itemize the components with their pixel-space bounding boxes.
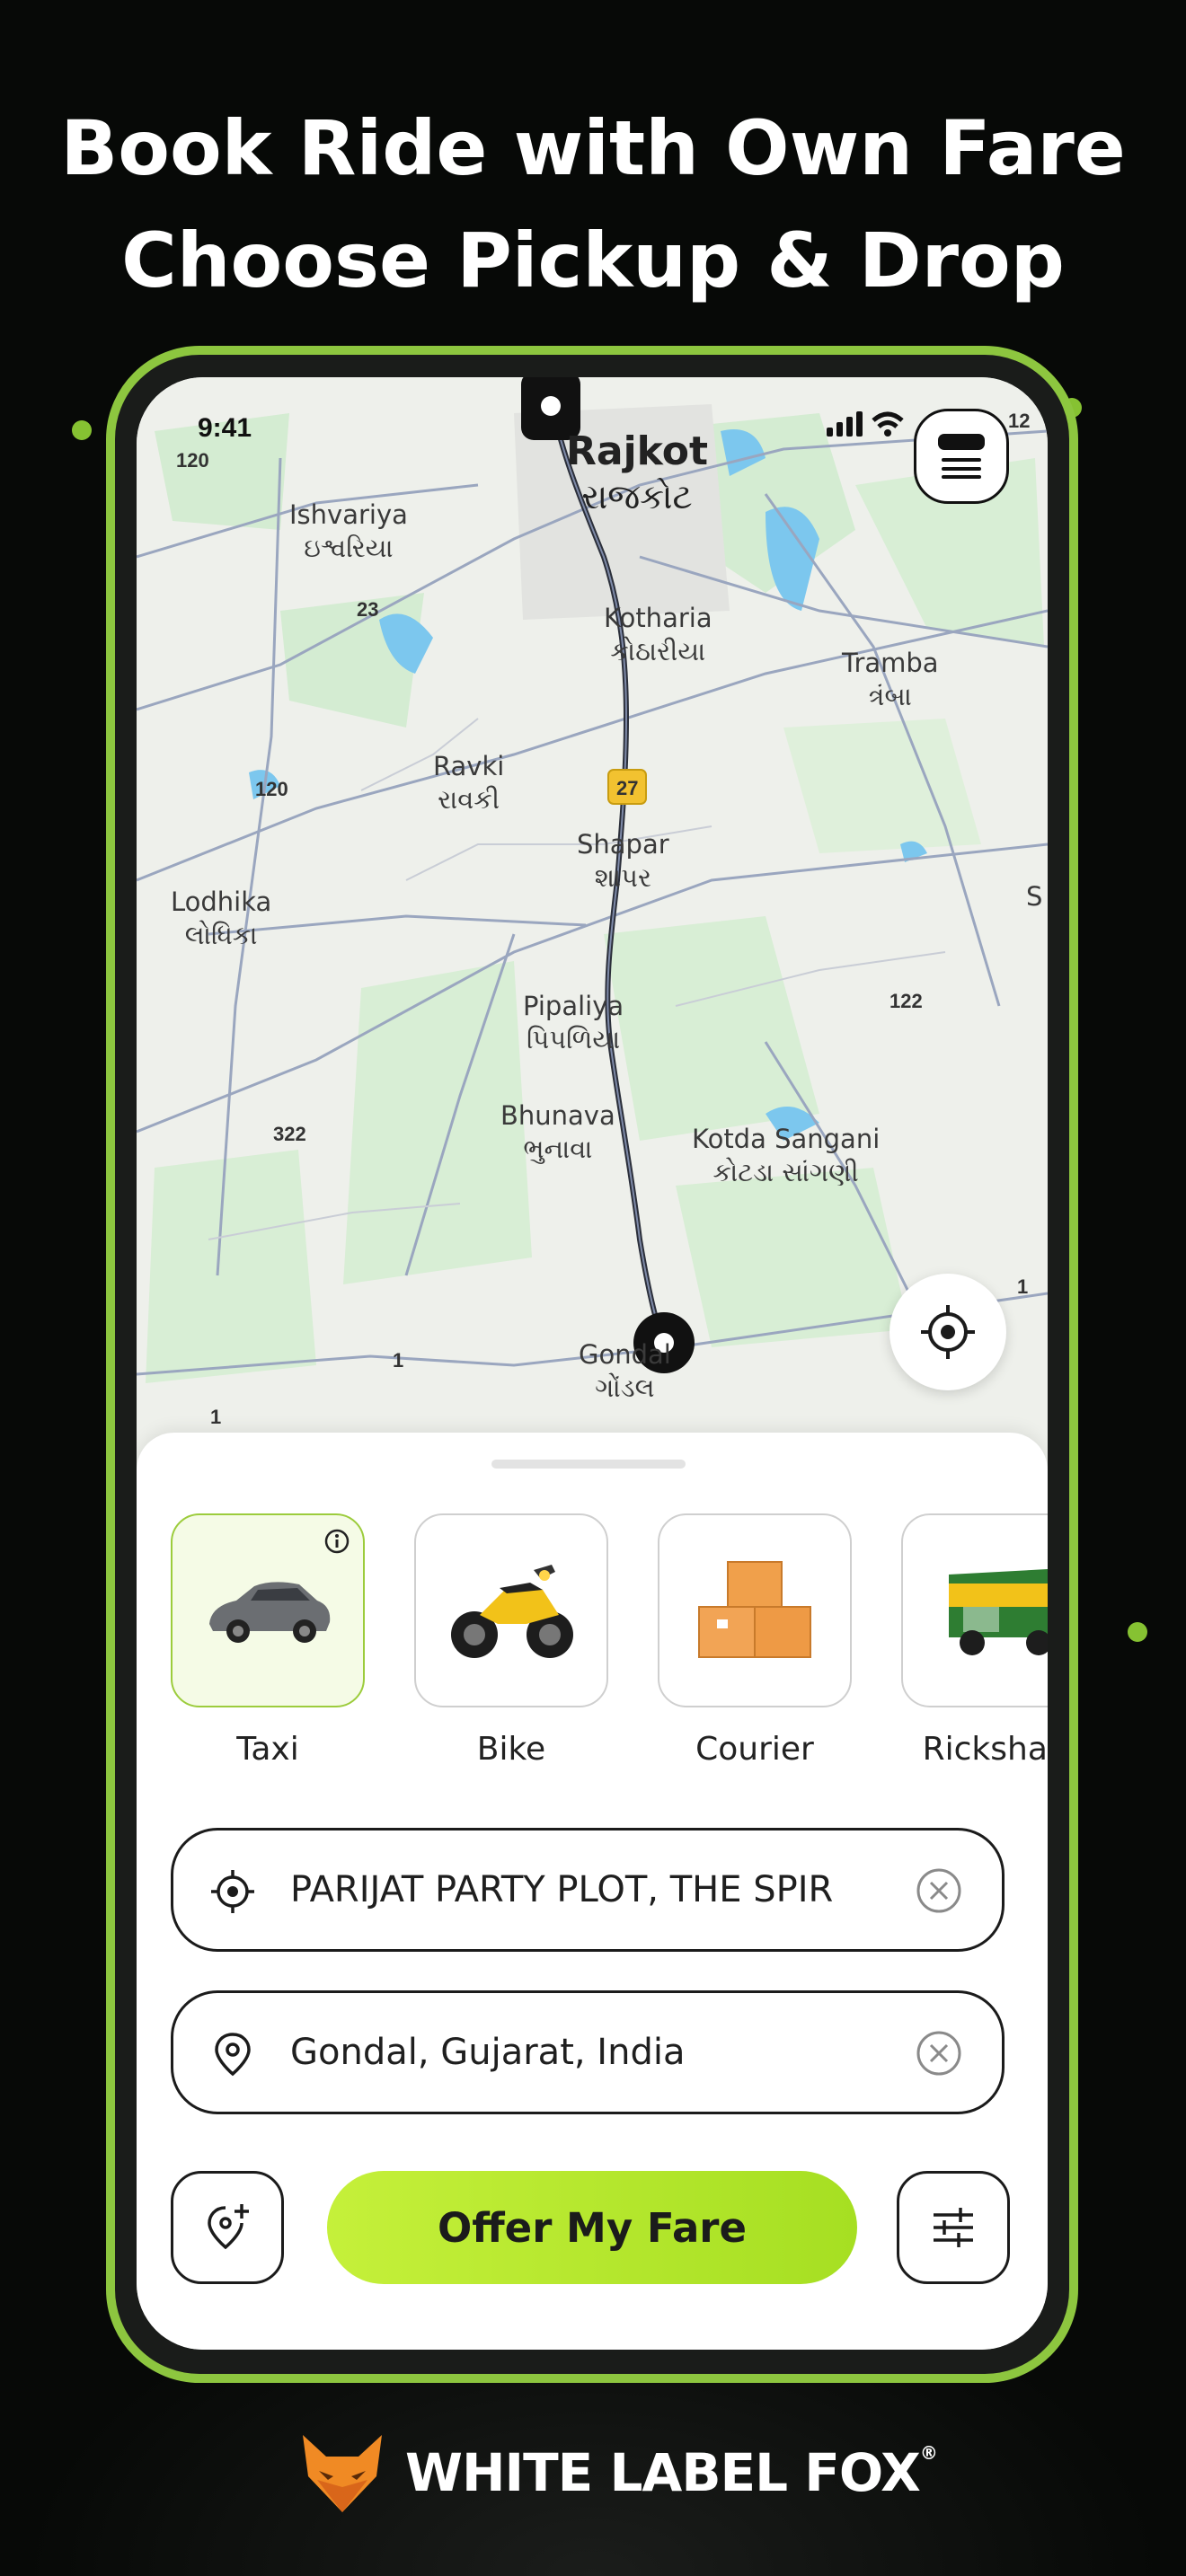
vehicle-label: Courier	[695, 1731, 814, 1768]
sheet-handle[interactable]	[491, 1460, 686, 1469]
add-stop-button[interactable]	[171, 2171, 284, 2284]
map-label-shapar: Shapar શાપર	[577, 829, 669, 893]
menu-button[interactable]	[914, 409, 1009, 504]
clear-icon[interactable]	[916, 1867, 962, 1914]
info-icon[interactable]	[323, 1528, 350, 1555]
vehicle-card[interactable]	[658, 1513, 852, 1707]
map-label-ishvariya: Ishvariya ઇશ્વરિયા	[289, 499, 408, 563]
brand-name: WHITE LABEL FOX®	[405, 2442, 938, 2503]
headline-line-2: Choose Pickup & Drop	[121, 216, 1065, 304]
crosshair-icon	[921, 1305, 975, 1359]
booking-sheet: Taxi Bike Courier Ricksha PARIJAT PARTY …	[137, 1433, 1048, 2350]
map-label-ravki: Ravki રાવકી	[433, 751, 505, 815]
signal-wifi-icon	[827, 411, 904, 437]
shield-1: 1	[393, 1349, 404, 1372]
shield-1-b: 1	[210, 1406, 222, 1428]
vehicle-label: Taxi	[236, 1731, 299, 1768]
menu-icon	[938, 434, 985, 479]
shield-322: 322	[273, 1123, 306, 1145]
drop-field[interactable]: Gondal, Gujarat, India	[171, 1990, 1005, 2114]
shield-120: 120	[176, 449, 209, 472]
map-label-edge: S	[1026, 881, 1043, 912]
vehicle-label: Rickshaw	[922, 1731, 1048, 1768]
shield-120-b: 120	[255, 778, 288, 800]
shield-122: 122	[890, 990, 923, 1012]
filter-button[interactable]	[897, 2171, 1010, 2284]
fox-logo-icon	[303, 2435, 382, 2512]
sliders-icon	[934, 2208, 973, 2247]
crosshair-icon	[211, 1870, 254, 1913]
car-icon	[209, 1582, 331, 1643]
clear-icon[interactable]	[916, 2030, 962, 2077]
vehicle-card[interactable]	[901, 1513, 1048, 1707]
shield-23: 23	[357, 598, 379, 621]
shield-27: 27	[616, 777, 639, 799]
vehicle-card[interactable]	[414, 1513, 608, 1707]
map-view[interactable]: 9:41 Rajkot રાજકોટ Ishvariya ઇશ્વરિયા Ko…	[137, 377, 1048, 1455]
vehicle-card[interactable]	[171, 1513, 365, 1707]
headline-line-1: Book Ride with Own Fare	[60, 104, 1126, 192]
phone-screen: 9:41 Rajkot રાજકોટ Ishvariya ઇશ્વરિયા Ko…	[137, 377, 1048, 2350]
pickup-input[interactable]: PARIJAT PARTY PLOT, THE SPIR	[290, 1831, 892, 1949]
status-time: 9:41	[198, 413, 252, 443]
drop-input[interactable]: Gondal, Gujarat, India	[290, 1993, 892, 2112]
vehicle-label: Bike	[476, 1731, 546, 1768]
decor-dot-left	[72, 420, 92, 440]
map-label-rajkot: Rajkot રાજકોટ	[566, 428, 708, 517]
status-icons	[827, 410, 907, 445]
map-label-kotda-sangani: Kotda Sangani કોટડા સાંગણી	[692, 1124, 881, 1187]
location-pin-icon	[215, 2033, 251, 2077]
map-label-pipaliya: Pipaliya પિપળિયા	[523, 991, 624, 1054]
parcel-boxes-icon	[698, 1561, 811, 1658]
map-label-lodhika: Lodhika લોધિકા	[171, 887, 272, 950]
current-location-button[interactable]	[890, 1274, 1006, 1390]
registered-mark: ®	[919, 2442, 938, 2464]
shield-12: 12	[1008, 410, 1031, 432]
decor-dot-right	[1128, 1622, 1147, 1642]
map-label-kotharia: Kotharia કોઠારીયા	[604, 603, 712, 666]
vehicle-option-courier[interactable]: Courier	[658, 1513, 852, 1768]
map-label-bhunava: Bhunava ભુનાવા	[500, 1100, 615, 1164]
vehicle-option-taxi[interactable]: Taxi	[171, 1513, 365, 1768]
rickshaw-icon	[949, 1569, 1048, 1655]
offer-my-fare-button[interactable]: Offer My Fare	[327, 2171, 857, 2284]
vehicle-option-bike[interactable]: Bike	[414, 1513, 608, 1768]
map-label-tramba: Tramba ત્રંબા	[842, 648, 939, 711]
shield-1-c: 1	[1017, 1275, 1029, 1298]
brand-logo: WHITE LABEL FOX®	[299, 2430, 938, 2516]
map-label-gondal: Gondal ગોંડલ	[579, 1339, 671, 1403]
motorbike-icon	[451, 1565, 573, 1658]
add-location-icon	[208, 2204, 249, 2250]
vehicle-option-rickshaw[interactable]: Rickshaw	[901, 1513, 1048, 1768]
pickup-field[interactable]: PARIJAT PARTY PLOT, THE SPIR	[171, 1828, 1005, 1952]
